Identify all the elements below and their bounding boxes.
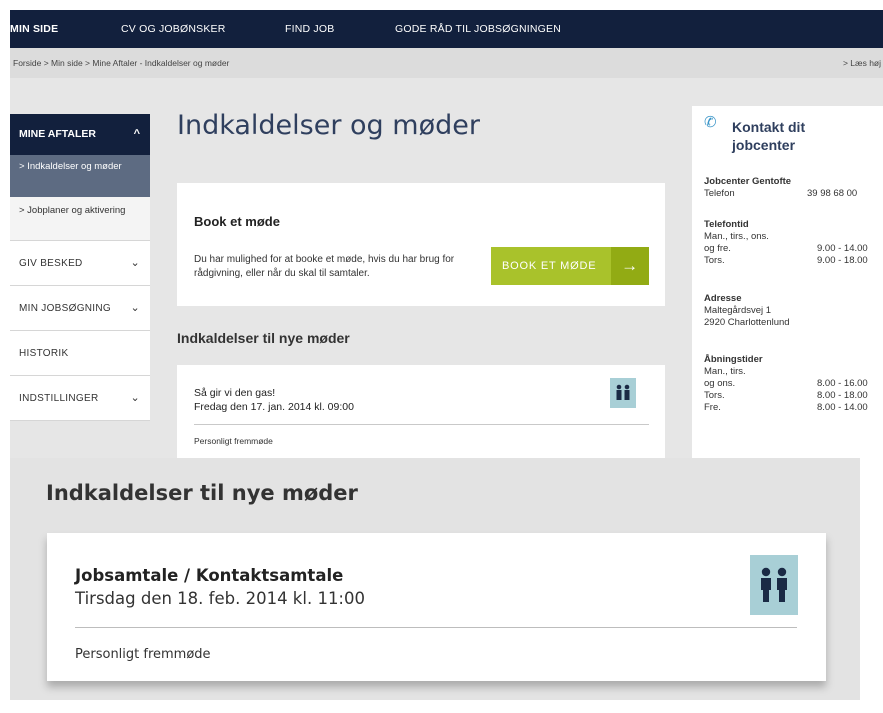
open-row: Man., tirs. (704, 366, 882, 378)
zoom-meeting-title: Jobsamtale / Kontaktsamtale (75, 566, 344, 585)
phone-row: Telefon 39 98 68 00 (704, 188, 882, 200)
book-meeting-button-label: BOOK ET MØDE (502, 260, 597, 272)
sidebar-item-indkaldelser[interactable]: > Indkaldelser og møder (10, 155, 150, 197)
hours-day: og fre. (704, 243, 731, 254)
meeting-title: Så gir vi den gas! (194, 387, 276, 399)
sidebar-item-min-jobsoegning[interactable]: MIN JOBSØGNING ⌄ (10, 286, 150, 331)
sidebar-item-label: GIV BESKED (19, 258, 83, 269)
zoom-meeting-card[interactable]: Jobsamtale / Kontaktsamtale Tirsdag den … (47, 533, 826, 681)
top-nav: MIN SIDE CV OG JOBØNSKER FIND JOB GODE R… (10, 10, 883, 48)
address-title: Adresse (704, 293, 742, 304)
phone-hours-title: Telefontid (704, 219, 749, 230)
arrow-right-icon: → (611, 247, 649, 285)
zoom-meeting-type: Personligt fremmøde (75, 647, 211, 662)
book-meeting-text: Du har mulighed for at booke et møde, hv… (194, 254, 455, 279)
sidebar-header-mine-aftaler[interactable]: MINE AFTALER ^ (10, 114, 150, 155)
sidebar-item-indstillinger[interactable]: INDSTILLINGER ⌄ (10, 376, 150, 421)
meeting-datetime: Fredag den 17. jan. 2014 kl. 09:00 (194, 401, 354, 413)
meeting-card[interactable]: Så gir vi den gas! Fredag den 17. jan. 2… (177, 365, 665, 458)
open-day: og ons. (704, 378, 736, 389)
hours-time: 9.00 - 14.00 (817, 243, 868, 254)
contact-title-text: Kontakt dit jobcenter (732, 119, 806, 153)
phone-number[interactable]: 39 98 68 00 (807, 188, 857, 200)
contact-panel: ✆ Kontakt dit jobcenter Jobcenter Gentof… (692, 106, 883, 458)
meeting-type: Personligt fremmøde (194, 436, 273, 446)
chevron-down-icon: ⌄ (130, 302, 140, 314)
opening-hours-title: Åbningstider (704, 354, 763, 365)
hours-row: Man., tirs., ons. (704, 231, 882, 243)
open-time: 8.00 - 16.00 (817, 378, 868, 389)
open-time: 8.00 - 14.00 (817, 402, 868, 413)
contact-title: Kontakt dit jobcenter (732, 118, 842, 154)
open-row: og ons. 8.00 - 16.00 (704, 378, 882, 390)
contact-center-block: Jobcenter Gentofte Telefon 39 98 68 00 (704, 176, 882, 200)
open-day: Man., tirs. (704, 366, 746, 377)
sidebar-item-historik[interactable]: HISTORIK (10, 331, 150, 376)
nav-item-cv[interactable]: CV OG JOBØNSKER (121, 10, 226, 48)
page-title: Indkaldelser og møder (177, 110, 480, 141)
open-row: Fre. 8.00 - 14.00 (704, 402, 882, 414)
sidebar-header-label: MINE AFTALER (19, 128, 96, 140)
nav-item-gode-raad[interactable]: GODE RÅD TIL JOBSØGNINGEN (395, 10, 561, 48)
hours-day: Tors. (704, 255, 725, 266)
chevron-down-icon: ⌄ (130, 257, 140, 269)
hours-day: Man., tirs., ons. (704, 231, 769, 242)
open-time: 8.00 - 18.00 (817, 390, 868, 401)
book-meeting-title: Book et møde (194, 214, 280, 229)
chevron-down-icon: ⌄ (130, 392, 140, 404)
phone-label: Telefon (704, 188, 735, 199)
sidebar-item-label: MIN JOBSØGNING (19, 303, 111, 314)
zoom-meeting-datetime: Tirsdag den 18. feb. 2014 kl. 11:00 (75, 589, 365, 608)
sidebar-item-label: INDSTILLINGER (19, 393, 99, 404)
hours-row: Tors. 9.00 - 18.00 (704, 255, 882, 267)
section-title-new-meetings: Indkaldelser til nye møder (177, 330, 350, 346)
center-name: Jobcenter Gentofte (704, 176, 792, 187)
people-icon (750, 555, 798, 615)
people-icon (610, 378, 636, 408)
sidebar: MINE AFTALER ^ > Indkaldelser og møder >… (10, 114, 150, 421)
zoom-overlay: Indkaldelser til nye møder Jobsamtale / … (10, 458, 860, 700)
hours-time: 9.00 - 18.00 (817, 255, 868, 266)
divider (75, 627, 797, 628)
hours-row: og fre. 9.00 - 14.00 (704, 243, 882, 255)
sidebar-item-jobplaner[interactable]: > Jobplaner og aktivering (10, 197, 150, 241)
nav-item-min-side[interactable]: MIN SIDE (10, 10, 58, 48)
address-block: Adresse Maltegårdsvej 1 2920 Charlottenl… (704, 293, 882, 329)
zoom-section-title: Indkaldelser til nye møder (46, 481, 358, 505)
divider (194, 424, 649, 425)
phone-icon: ✆ (704, 114, 717, 131)
open-day: Tors. (704, 390, 725, 401)
sidebar-item-label: HISTORIK (19, 348, 69, 359)
open-row: Tors. 8.00 - 18.00 (704, 390, 882, 402)
opening-hours-block: Åbningstider Man., tirs. og ons. 8.00 - … (704, 354, 882, 414)
breadcrumb-bar: Forside > Min side > Mine Aftaler - Indk… (10, 48, 883, 78)
sidebar-item-giv-besked[interactable]: GIV BESKED ⌄ (10, 241, 150, 286)
breadcrumb[interactable]: Forside > Min side > Mine Aftaler - Indk… (13, 58, 229, 68)
address-line-2: 2920 Charlottenlund (704, 317, 790, 328)
open-day: Fre. (704, 402, 721, 413)
address-line-1: Maltegårdsvej 1 (704, 305, 772, 316)
book-meeting-card: Book et møde Du har mulighed for at book… (177, 183, 665, 306)
phone-hours-block: Telefontid Man., tirs., ons. og fre. 9.0… (704, 219, 882, 267)
nav-item-find-job[interactable]: FIND JOB (285, 10, 334, 48)
read-aloud-link[interactable]: > Læs høj (843, 58, 881, 68)
book-meeting-button[interactable]: BOOK ET MØDE → (491, 247, 649, 285)
chevron-up-icon: ^ (133, 128, 140, 140)
